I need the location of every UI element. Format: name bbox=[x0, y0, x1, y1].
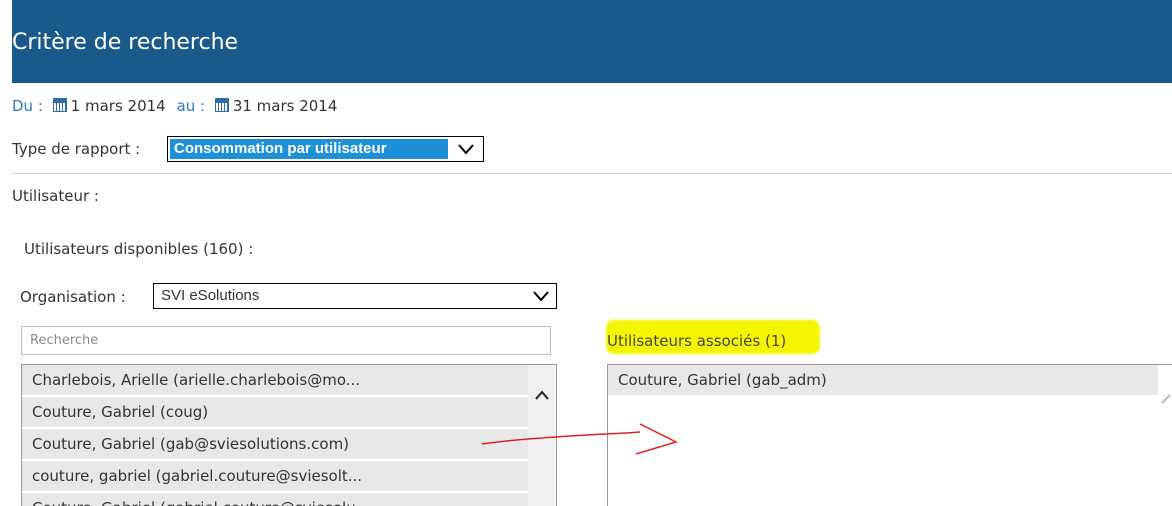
list-item[interactable]: Couture, Gabriel (gab@sviesolutions.com) bbox=[22, 429, 528, 459]
report-type-value: Consommation par utilisateur bbox=[170, 139, 448, 159]
list-item[interactable]: Couture, Gabriel (gabriel.couture@svieso… bbox=[22, 493, 528, 506]
to-date[interactable]: 31 mars 2014 bbox=[233, 97, 338, 115]
chevron-down-icon bbox=[458, 144, 474, 155]
organisation-value: SVI eSolutions bbox=[161, 287, 260, 304]
scroll-up-icon[interactable] bbox=[534, 389, 550, 401]
search-input[interactable]: Recherche bbox=[21, 326, 551, 355]
report-type-label: Type de rapport : bbox=[12, 139, 141, 158]
list-item[interactable]: couture, gabriel (gabriel.couture@svieso… bbox=[22, 461, 528, 491]
red-arrow-annotation bbox=[481, 423, 679, 455]
from-label: Du : bbox=[12, 97, 43, 115]
to-label: au : bbox=[176, 97, 206, 115]
organisation-row: Organisation : SVI eSolutions bbox=[20, 283, 557, 309]
divider bbox=[12, 173, 1172, 174]
report-type-select[interactable]: Consommation par utilisateur bbox=[167, 136, 484, 162]
available-users-list[interactable]: Charlebois, Arielle (arielle.charlebois@… bbox=[21, 364, 557, 506]
calendar-icon[interactable] bbox=[214, 98, 229, 112]
user-label: Utilisateur : bbox=[12, 187, 99, 205]
date-range: Du : 1 mars 2014 au : 31 mars 2014 bbox=[12, 97, 337, 115]
list-item[interactable]: Charlebois, Arielle (arielle.charlebois@… bbox=[22, 365, 528, 395]
list-item[interactable]: Couture, Gabriel (coug) bbox=[22, 397, 528, 427]
chevron-down-icon bbox=[533, 291, 549, 302]
list-item[interactable]: Couture, Gabriel (gab_adm) bbox=[608, 365, 1158, 395]
page-header: Critère de recherche bbox=[0, 0, 1172, 83]
from-date[interactable]: 1 mars 2014 bbox=[71, 97, 166, 115]
associated-users-label: Utilisateurs associés (1) bbox=[607, 332, 787, 350]
page-title: Critère de recherche bbox=[12, 30, 239, 55]
organisation-label: Organisation : bbox=[20, 288, 126, 306]
calendar-icon[interactable] bbox=[52, 98, 67, 112]
available-users-label: Utilisateurs disponibles (160) : bbox=[24, 240, 254, 258]
scroll-up-icon[interactable] bbox=[1160, 391, 1172, 405]
report-type-row: Type de rapport : Consommation par utili… bbox=[12, 136, 484, 162]
associated-users-list[interactable]: Couture, Gabriel (gab_adm) bbox=[607, 364, 1172, 506]
organisation-select[interactable]: SVI eSolutions bbox=[153, 283, 557, 309]
